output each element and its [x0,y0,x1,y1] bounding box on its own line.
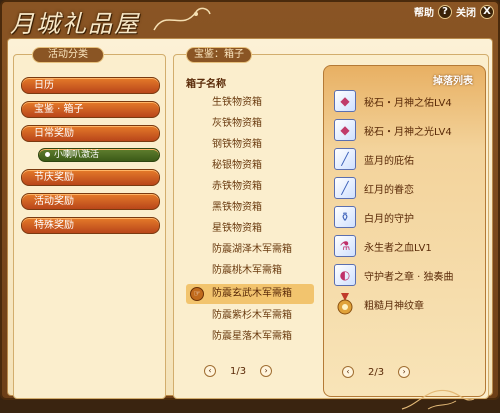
page-indicator: 2/3 [368,366,385,378]
category-sub-horn[interactable]: 小喇叭激活 [38,148,160,162]
category-label: 活动奖励 [34,196,74,207]
category-special-reward[interactable]: 特殊奖励 [21,217,160,234]
box-item-label: 防震桃木军需箱 [212,265,282,276]
category-label: 节庆奖励 [34,172,74,183]
drop-item-label: 红月的眷恋 [364,184,414,196]
category-label: 特殊奖励 [34,220,74,231]
box-item-label: 灰铁物资箱 [212,118,262,129]
drop-item[interactable]: ╱ 红月的眷恋 [334,175,414,201]
window-title: 月城礼品屋 [10,10,140,38]
crystal-icon: ◆ [334,119,356,141]
selected-pointer-icon: ☞ [190,287,204,301]
drop-pager: ‹ 2/3 › [342,366,411,378]
next-page-button[interactable]: › [398,366,411,378]
box-panel: 宝鉴：箱子 箱子名称 生铁物资箱 灰铁物资箱 钢铁物资箱 秘银物资箱 赤铁物资箱… [173,47,489,399]
box-item-selected[interactable]: ☞ 防震玄武木军需箱 [186,284,314,304]
box-item-label: 防震星落木军需箱 [212,331,292,342]
close-icon[interactable]: X [480,4,494,19]
drop-list-panel: 掉落列表 ◆ 秘石・月神之佑LV4 ◆ 秘石・月神之光LV4 ╱ 蓝月的庇佑 ╱… [323,65,486,397]
category-label: 宝鉴 · 箱子 [34,104,84,115]
drop-item-label: 守护者之章 · 独奏曲 [364,271,454,283]
vial-icon: ⚗ [334,235,356,257]
category-header: 活动分类 [32,47,104,63]
drop-item[interactable]: ╱ 蓝月的庇佑 [334,146,414,172]
help-label[interactable]: 帮助 [414,4,434,19]
drop-item[interactable]: ◆ 秘石・月神之光LV4 [334,117,452,143]
next-page-button[interactable]: › [260,365,273,377]
drop-item-label: 蓝月的庇佑 [364,155,414,167]
corner-flourish-icon [401,389,475,410]
drop-item-label: 白月的守护 [364,213,414,225]
bullet-icon [45,152,50,157]
box-item-label: 赤铁物资箱 [212,181,262,192]
box-item[interactable]: 黑铁物资箱 [186,198,314,218]
potion-icon: ⚱ [334,206,356,228]
category-calendar[interactable]: 日历 [21,77,160,94]
box-item-label: 生铁物资箱 [212,97,262,108]
gift-shop-window: 月城礼品屋 帮助 ? 关闭 X 活动分类 日历 宝鉴 · 箱子 日常奖励 小喇叭… [0,0,500,410]
category-festival-reward[interactable]: 节庆奖励 [21,169,160,186]
box-item-label: 黑铁物资箱 [212,202,262,213]
box-item[interactable]: 秘银物资箱 [186,156,314,176]
shield-icon: ◐ [334,264,356,286]
box-item-label: 防震玄武木军需箱 [212,288,292,299]
box-item-label: 星铁物资箱 [212,223,262,234]
category-label: 日历 [34,80,54,91]
title-bar: 月城礼品屋 帮助 ? 关闭 X [2,2,498,38]
box-item-label: 钢铁物资箱 [212,139,262,150]
category-treasure-box[interactable]: 宝鉴 · 箱子 [21,101,160,118]
drop-item-label: 粗糙月神纹章 [364,300,424,312]
prev-page-button[interactable]: ‹ [204,365,216,377]
help-icon[interactable]: ? [438,4,452,19]
category-panel: 活动分类 日历 宝鉴 · 箱子 日常奖励 小喇叭激活 节庆奖励 活动奖励 特殊奖… [13,47,166,399]
category-event-reward[interactable]: 活动奖励 [21,193,160,210]
box-column-title: 箱子名称 [186,79,226,90]
scroll-icon: ╱ [334,148,356,170]
crystal-icon: ◆ [334,90,356,112]
drop-list-title: 掉落列表 [433,76,473,87]
box-item[interactable]: 赤铁物资箱 [186,177,314,197]
scroll-icon: ╱ [334,177,356,199]
drop-item-label: 永生者之血LV1 [364,242,432,254]
drop-item[interactable]: ◐ 守护者之章 · 独奏曲 [334,262,454,288]
box-item[interactable]: 防震紫杉木军需箱 [186,306,314,326]
box-item[interactable]: 灰铁物资箱 [186,114,314,134]
box-item-label: 秘银物资箱 [212,160,262,171]
drop-item[interactable]: ⚱ 白月的守护 [334,204,414,230]
category-label: 日常奖励 [34,128,74,139]
close-label[interactable]: 关闭 [456,4,476,19]
drop-item-label: 秘石・月神之佑LV4 [364,97,452,109]
drop-item[interactable]: ⚗ 永生者之血LV1 [334,233,432,259]
box-item[interactable]: 防震星落木军需箱 [186,327,314,347]
category-label: 小喇叭激活 [54,150,100,160]
page-indicator: 1/3 [230,365,247,377]
box-panel-header: 宝鉴：箱子 [186,47,252,63]
box-item[interactable]: 钢铁物资箱 [186,135,314,155]
drop-item-label: 秘石・月神之光LV4 [364,126,452,138]
box-item-label: 防震紫杉木军需箱 [212,310,292,321]
category-daily-reward[interactable]: 日常奖励 [21,125,160,142]
box-item[interactable]: 防震桃木军需箱 [186,261,314,281]
box-item[interactable]: 防震湖泽木军需箱 [186,240,314,260]
prev-page-button[interactable]: ‹ [342,366,354,378]
drop-item[interactable]: 粗糙月神纹章 [334,291,424,317]
box-pager: ‹ 1/3 › [204,365,273,377]
content-area: 活动分类 日历 宝鉴 · 箱子 日常奖励 小喇叭激活 节庆奖励 活动奖励 特殊奖… [7,38,493,410]
box-item-label: 防震湖泽木军需箱 [212,244,292,255]
title-flourish-icon [153,7,211,31]
drop-item[interactable]: ◆ 秘石・月神之佑LV4 [334,88,452,114]
medal-icon [334,293,356,315]
box-item[interactable]: 生铁物资箱 [186,93,314,113]
box-item[interactable]: 星铁物资箱 [186,219,314,239]
